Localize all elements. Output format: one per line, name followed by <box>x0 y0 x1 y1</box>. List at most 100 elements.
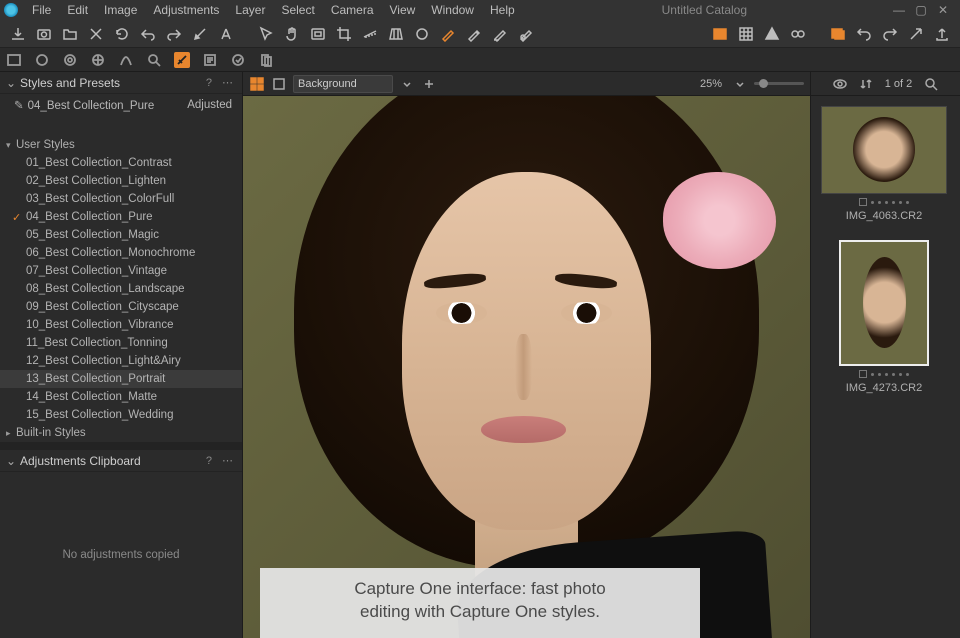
batch-tab-icon[interactable] <box>258 52 274 68</box>
panel-menu-icon[interactable]: ⋯ <box>219 76 236 89</box>
style-item[interactable]: 03_Best Collection_ColorFull <box>0 190 242 208</box>
workspace-icon[interactable] <box>830 26 846 42</box>
style-item[interactable]: 10_Best Collection_Vibrance <box>0 316 242 334</box>
window-maximize-icon[interactable]: ▢ <box>914 3 928 17</box>
thumbnail[interactable]: IMG_4063.CR2 <box>821 106 947 222</box>
viewer-toolbar: Background 25% <box>243 72 810 96</box>
menu-edit[interactable]: Edit <box>59 3 96 17</box>
menu-adjustments[interactable]: Adjustments <box>145 3 227 17</box>
clipboard-panel-header[interactable]: ⌄ Adjustments Clipboard ? ⋯ <box>0 450 242 472</box>
window-minimize-icon[interactable]: — <box>892 3 906 17</box>
style-item[interactable]: 09_Best Collection_Cityscape <box>0 298 242 316</box>
sort-icon[interactable] <box>859 77 873 91</box>
lens-tab-icon[interactable] <box>62 52 78 68</box>
eye-icon[interactable] <box>833 77 847 91</box>
details-tab-icon[interactable] <box>146 52 162 68</box>
left-panel: ⌄ Styles and Presets ? ⋯ ✎ 04_Best Collec… <box>0 72 243 638</box>
single-view-icon[interactable] <box>271 76 287 92</box>
keystone-tool-icon[interactable] <box>388 26 404 42</box>
exposure-warning-icon[interactable] <box>712 26 728 42</box>
style-item[interactable]: 06_Best Collection_Monochrome <box>0 244 242 262</box>
layer-dropdown-icon[interactable] <box>399 76 415 92</box>
straighten-tool-icon[interactable] <box>362 26 378 42</box>
metadata-tab-icon[interactable] <box>202 52 218 68</box>
grid-icon[interactable] <box>738 26 754 42</box>
text-tool-icon[interactable] <box>218 26 234 42</box>
style-item[interactable]: 13_Best Collection_Portrait <box>0 370 242 388</box>
gradient-mask-icon[interactable] <box>492 26 508 42</box>
share-icon[interactable] <box>934 26 950 42</box>
hand-tool-icon[interactable] <box>284 26 300 42</box>
styles-tab-icon[interactable] <box>174 52 190 68</box>
exposure-tab-icon[interactable] <box>118 52 134 68</box>
rating-dots[interactable] <box>859 198 909 206</box>
draw-mask-icon[interactable] <box>440 26 456 42</box>
menu-window[interactable]: Window <box>423 3 482 17</box>
image-viewer[interactable] <box>243 96 810 638</box>
window-close-icon[interactable]: ✕ <box>936 3 950 17</box>
library-tab-icon[interactable] <box>6 52 22 68</box>
capture-tab-icon[interactable] <box>34 52 50 68</box>
image-counter: 1 of 2 <box>885 78 913 90</box>
styles-panel-header[interactable]: ⌄ Styles and Presets ? ⋯ <box>0 72 242 94</box>
color-tab-icon[interactable] <box>90 52 106 68</box>
search-icon[interactable] <box>924 77 938 91</box>
thumbnail[interactable]: IMG_4273.CR2 <box>821 240 947 394</box>
panel-help-icon[interactable]: ? <box>203 77 215 89</box>
erase-mask-icon[interactable] <box>466 26 482 42</box>
loupe-tool-icon[interactable] <box>310 26 326 42</box>
menu-bar: File Edit Image Adjustments Layer Select… <box>0 0 960 20</box>
menu-file[interactable]: File <box>24 3 59 17</box>
redo-icon[interactable] <box>166 26 182 42</box>
zoom-dropdown-icon[interactable] <box>732 76 748 92</box>
builtin-styles-label: Built-in Styles <box>16 427 86 439</box>
focus-mask-icon[interactable] <box>790 26 806 42</box>
style-item[interactable]: 01_Best Collection_Contrast <box>0 154 242 172</box>
style-item[interactable]: 02_Best Collection_Lighten <box>0 172 242 190</box>
process-icon[interactable] <box>908 26 924 42</box>
warning-icon[interactable] <box>764 26 780 42</box>
layer-select[interactable]: Background <box>293 75 393 93</box>
reject-icon[interactable] <box>88 26 104 42</box>
add-layer-icon[interactable] <box>421 76 437 92</box>
annotate-icon[interactable] <box>192 26 208 42</box>
menu-camera[interactable]: Camera <box>323 3 382 17</box>
menu-layer[interactable]: Layer <box>227 3 273 17</box>
undo-icon[interactable] <box>140 26 156 42</box>
cursor-tool-icon[interactable] <box>258 26 274 42</box>
builtin-styles-section[interactable]: ▸Built-in Styles <box>0 424 242 442</box>
crop-tool-icon[interactable] <box>336 26 352 42</box>
spot-tool-icon[interactable] <box>414 26 430 42</box>
style-item[interactable]: 14_Best Collection_Matte <box>0 388 242 406</box>
multi-view-icon[interactable] <box>249 76 265 92</box>
style-item[interactable]: 12_Best Collection_Light&Airy <box>0 352 242 370</box>
rating-dots[interactable] <box>859 370 909 378</box>
rotate-right-icon[interactable] <box>882 26 898 42</box>
zoom-slider[interactable] <box>754 82 804 85</box>
style-item[interactable]: 07_Best Collection_Vintage <box>0 262 242 280</box>
panel-menu-icon[interactable]: ⋯ <box>219 454 236 467</box>
radial-mask-icon[interactable] <box>518 26 534 42</box>
menu-image[interactable]: Image <box>96 3 145 17</box>
reset-icon[interactable] <box>114 26 130 42</box>
menu-help[interactable]: Help <box>482 3 523 17</box>
panel-help-icon[interactable]: ? <box>203 455 215 467</box>
style-item[interactable]: 08_Best Collection_Landscape <box>0 280 242 298</box>
menu-select[interactable]: Select <box>273 3 322 17</box>
zoom-label[interactable]: 25% <box>696 78 726 90</box>
rotate-left-icon[interactable] <box>856 26 872 42</box>
style-item[interactable]: 11_Best Collection_Tonning <box>0 334 242 352</box>
clipboard-title: Adjustments Clipboard <box>20 454 199 468</box>
import-icon[interactable] <box>10 26 26 42</box>
style-item[interactable]: 05_Best Collection_Magic <box>0 226 242 244</box>
menu-view[interactable]: View <box>382 3 424 17</box>
style-item[interactable]: 04_Best Collection_Pure <box>0 208 242 226</box>
output-tab-icon[interactable] <box>230 52 246 68</box>
folder-icon[interactable] <box>62 26 78 42</box>
pencil-icon: ✎ <box>14 100 24 112</box>
browser-toolbar: 1 of 2 <box>811 72 960 96</box>
style-item[interactable]: 15_Best Collection_Wedding <box>0 406 242 424</box>
capture-icon[interactable] <box>36 26 52 42</box>
caption-line-2: editing with Capture One styles. <box>276 601 684 624</box>
user-styles-section[interactable]: ▾User Styles <box>0 136 242 154</box>
